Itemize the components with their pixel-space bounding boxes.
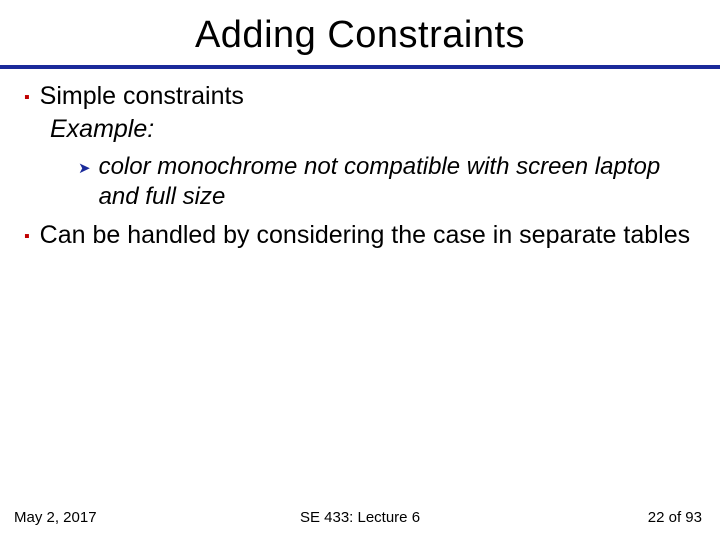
arrow-bullet-icon: ➤ xyxy=(78,156,91,181)
square-bullet-icon: ▪ xyxy=(24,224,30,249)
bullet-2-row: ▪ Can be handled by considering the case… xyxy=(24,220,696,251)
bullet-1-row: ▪ Simple constraints xyxy=(24,81,696,112)
footer-page: 22 of 93 xyxy=(648,509,702,526)
slide: Adding Constraints ▪ Simple constraints … xyxy=(0,0,720,540)
bullet-1-example: Example: xyxy=(50,114,696,145)
title-area: Adding Constraints xyxy=(0,0,720,57)
footer-course: SE 433: Lecture 6 xyxy=(300,509,420,526)
square-bullet-icon: ▪ xyxy=(24,85,30,110)
sub-bullet-1: ➤ color monochrome not compatible with s… xyxy=(78,152,696,212)
footer: May 2, 2017 SE 433: Lecture 6 22 of 93 xyxy=(0,509,720,526)
bullet-1: ▪ Simple constraints Example: xyxy=(24,81,696,146)
slide-body: ▪ Simple constraints Example: ➤ color mo… xyxy=(0,69,720,251)
bullet-2-text: Can be handled by considering the case i… xyxy=(40,220,696,251)
slide-title: Adding Constraints xyxy=(0,14,720,57)
footer-date: May 2, 2017 xyxy=(14,509,97,526)
sub-bullet-1-text: color monochrome not compatible with scr… xyxy=(99,152,696,212)
bullet-1-text: Simple constraints xyxy=(40,81,696,112)
bullet-2: ▪ Can be handled by considering the case… xyxy=(24,220,696,251)
